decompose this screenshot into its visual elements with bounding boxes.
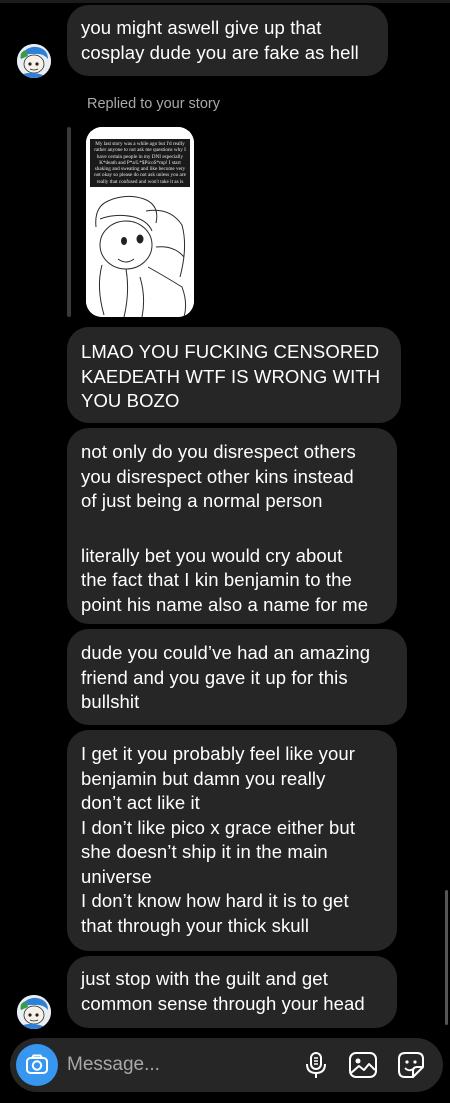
message-text: YOU BOZO [81,390,180,411]
message-text: not only do you disrespect others [81,441,356,462]
message-text: you might aswell give up that [81,17,322,38]
message-text: KAEDEATH WTF IS WRONG WITH [81,365,381,387]
message-input[interactable] [67,1052,267,1078]
message-bubble[interactable]: just stop with the guilt and get common … [67,956,397,1028]
message-text: the fact that I kin benjamin to the [81,569,352,590]
reply-quote-bar [67,127,71,317]
sender-avatar[interactable] [17,995,51,1029]
message-bubble[interactable]: I get it you probably feel like your ben… [67,730,397,951]
message-composer [10,1038,443,1092]
message-text: just stop with the guilt and get [81,968,328,989]
scrollbar[interactable] [445,890,448,1025]
message-text: bullshit [81,691,140,712]
message-text: common sense through your head [81,992,365,1014]
story-thumbnail[interactable]: My last story was a while ago but I'd re… [86,127,194,317]
message-text: that through your thick skull [81,914,310,936]
sticker-icon[interactable] [395,1049,427,1081]
gallery-icon[interactable] [347,1049,379,1081]
message-text: LMAO YOU FUCKING CENSORED [81,341,380,362]
message-text: I get it you probably feel like your [81,743,356,764]
camera-icon [26,1054,48,1074]
story-caption: My last story was a while ago but I'd re… [90,139,190,188]
message-text: I don’t like pico x grace either but [81,816,356,838]
replied-to-story-label: Replied to your story [87,96,220,112]
camera-button[interactable] [16,1044,58,1086]
message-text: benjamin but damn you really [81,767,326,789]
message-text: dude you could’ve had an amazing [81,642,371,663]
microphone-icon[interactable] [300,1049,332,1081]
message-text: universe [81,865,152,887]
message-text: don’t act like it [81,792,200,813]
message-bubble[interactable]: not only do you disrespect others you di… [67,428,397,624]
message-bubble[interactable]: dude you could’ve had an amazing friend … [67,629,407,725]
avatar-image [17,995,51,1029]
message-text: you disrespect other kins instead [81,465,354,487]
avatar-image [17,44,51,78]
message-bubble[interactable]: you might aswell give up that cosplay du… [67,5,388,76]
top-divider [0,0,450,3]
message-bubble[interactable]: LMAO YOU FUCKING CENSORED KAEDEATH WTF I… [67,327,401,423]
message-text: literally bet you would cry about [81,544,343,566]
message-text: friend and you gave it up for this [81,666,348,688]
sender-avatar[interactable] [17,44,51,78]
dm-thread-screen: you might aswell give up that cosplay du… [0,0,450,1103]
message-text: cosplay dude you are fake as hell [81,41,359,63]
message-text: of just being a normal person [81,490,323,511]
message-text: she doesn’t ship it in the main [81,841,328,862]
message-text: I don’t know how hard it is to get [81,890,349,911]
message-text: point his name also a name for me [81,593,369,615]
